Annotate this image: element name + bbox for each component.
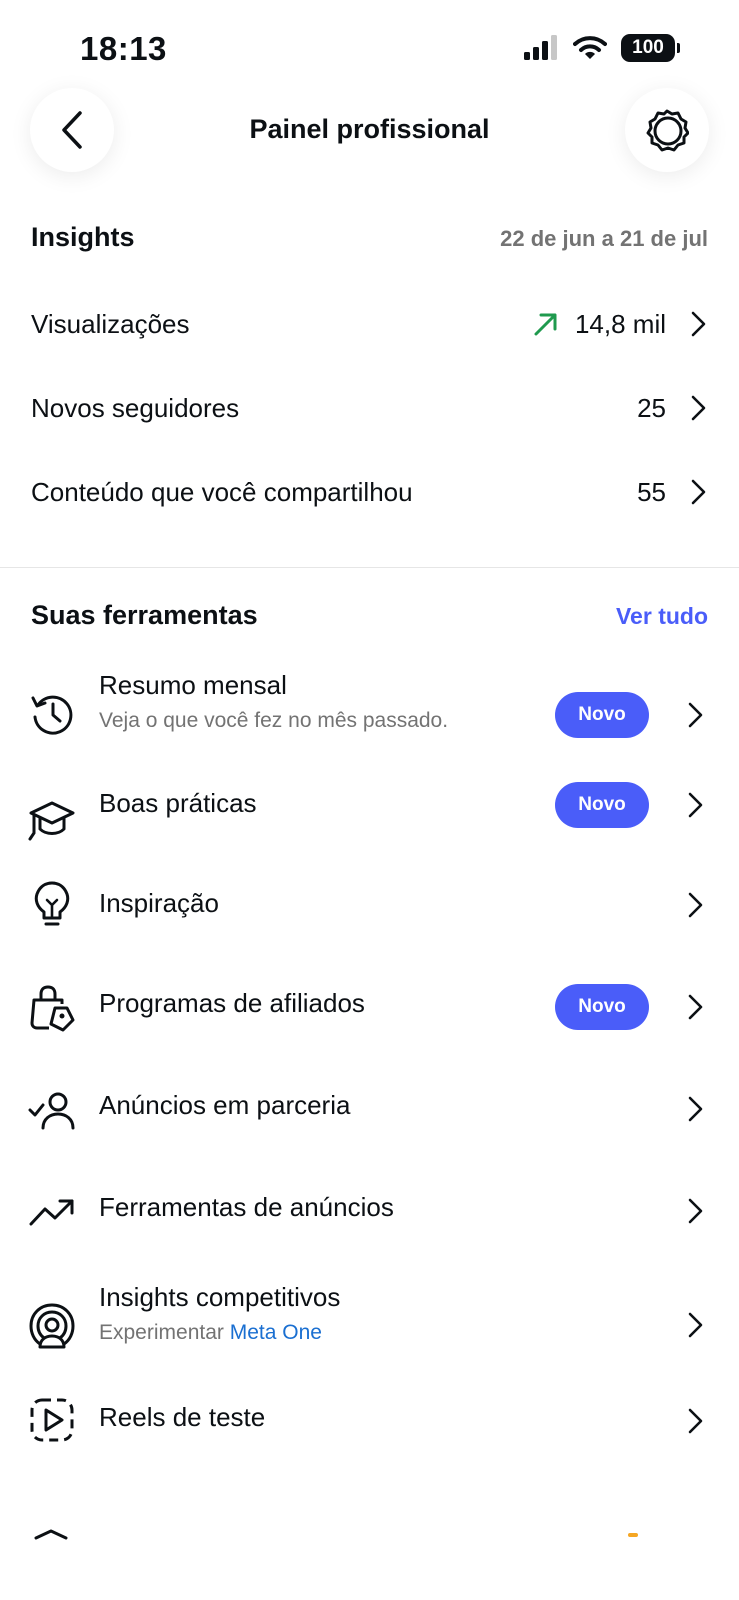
tools-header: Suas ferramentas Ver tudo	[31, 600, 708, 631]
stat-label: Visualizações	[31, 308, 190, 339]
chevron-right-icon	[688, 393, 708, 423]
stat-row-new-followers[interactable]: Novos seguidores 25	[31, 378, 708, 438]
tool-text: Resumo mensal Veja o que você fez no mês…	[99, 670, 448, 733]
tool-text: Ferramentas de anúncios	[99, 1192, 394, 1223]
status-time: 18:13	[80, 30, 167, 67]
tool-label: Resumo mensal	[99, 670, 287, 700]
chevron-right-icon	[685, 1196, 705, 1226]
stat-row-content-shared[interactable]: Conteúdo que você compartilhou 55	[31, 462, 708, 522]
battery-level: 100	[632, 37, 664, 58]
person-check-icon	[28, 1086, 76, 1134]
cellular-signal-icon	[524, 35, 557, 60]
tool-item-best-practices[interactable]: Boas práticas Novo	[0, 776, 739, 866]
lightbulb-icon	[28, 880, 76, 928]
new-badge: Novo	[555, 692, 649, 738]
tool-label: Inspiração	[99, 888, 219, 918]
stat-label: Conteúdo que você compartilhou	[31, 476, 413, 507]
tool-item-trial-reels[interactable]: Reels de teste	[0, 1394, 739, 1484]
gear-icon	[646, 109, 689, 152]
tool-item-ad-tools[interactable]: Ferramentas de anúncios	[0, 1184, 739, 1274]
radar-icon	[28, 1302, 76, 1350]
stat-label: Novos seguidores	[31, 392, 240, 423]
tool-text: Boas práticas	[99, 788, 257, 819]
chevron-right-icon	[685, 1310, 705, 1340]
tool-subtitle: Veja o que você fez no mês passado.	[99, 709, 449, 732]
tool-text: Programas de afiliados	[99, 988, 365, 1019]
new-badge: Novo	[555, 984, 649, 1030]
tool-label: Reels de teste	[99, 1402, 266, 1432]
dashed-play-icon	[28, 1396, 76, 1444]
tool-label: Insights competitivos	[99, 1282, 341, 1312]
stat-value: 25	[637, 392, 666, 423]
tool-item-competitive-insights[interactable]: Insights competitivos Experimentar Meta …	[0, 1280, 739, 1370]
status-bar: 18:13 100	[0, 0, 739, 100]
tool-text: Anúncios em parceria	[99, 1090, 350, 1121]
tool-item-monthly-summary[interactable]: Resumo mensal Veja o que você fez no mês…	[0, 670, 739, 760]
insights-header: Insights 22 de jun a 21 de jul	[31, 222, 708, 253]
tool-item-inspiration[interactable]: Inspiração	[0, 878, 739, 968]
meta-one-link[interactable]: Meta One	[230, 1321, 322, 1344]
chevron-right-icon	[688, 309, 708, 339]
settings-button[interactable]	[625, 88, 709, 172]
chevron-right-icon	[685, 700, 705, 730]
insights-title: Insights	[31, 222, 135, 252]
stat-value: 14,8 mil	[574, 308, 666, 339]
chevron-right-icon	[685, 1406, 705, 1436]
chevron-right-icon	[685, 1094, 705, 1124]
graduation-cap-icon	[28, 796, 76, 844]
stat-value: 55	[637, 476, 666, 507]
chevron-right-icon	[685, 890, 705, 920]
tool-text: Inspiração	[99, 888, 219, 919]
tool-label: Programas de afiliados	[99, 988, 365, 1018]
tools-title: Suas ferramentas	[31, 600, 258, 630]
battery-indicator: 100	[621, 34, 680, 62]
chevron-right-icon	[688, 477, 708, 507]
chevron-right-icon	[685, 992, 705, 1022]
tool-text: Reels de teste	[99, 1402, 265, 1433]
tool-item-partnership-ads[interactable]: Anúncios em parceria	[0, 1082, 739, 1172]
tool-subtitle-prefix: Experimentar	[99, 1321, 224, 1344]
tool-label: Ferramentas de anúncios	[99, 1192, 394, 1222]
bottom-edge	[0, 1500, 739, 1600]
partial-next-item-icon	[34, 1529, 68, 1540]
tool-label: Anúncios em parceria	[99, 1090, 351, 1120]
stat-row-views[interactable]: Visualizações 14,8 mil	[31, 294, 708, 354]
tool-subtitle: Experimentar Meta One	[99, 1321, 340, 1345]
status-icons: 100	[523, 34, 680, 62]
new-badge: Novo	[555, 782, 649, 828]
chevron-right-icon	[685, 790, 705, 820]
trend-up-icon	[533, 311, 559, 337]
section-divider	[0, 567, 739, 568]
date-range[interactable]: 22 de jun a 21 de jul	[500, 226, 708, 252]
tool-item-affiliate-programs[interactable]: Programas de afiliados Novo	[0, 980, 739, 1070]
tool-label: Boas práticas	[99, 788, 257, 818]
history-icon	[28, 690, 76, 738]
nav-header: Painel profissional	[0, 88, 739, 174]
see-all-link[interactable]: Ver tudo	[616, 603, 708, 630]
shopping-bag-tag-icon	[28, 984, 76, 1032]
trending-up-icon	[28, 1188, 76, 1236]
partial-next-item-accent	[628, 1533, 638, 1537]
tool-text: Insights competitivos Experimentar Meta …	[99, 1282, 340, 1345]
wifi-icon	[573, 36, 607, 59]
